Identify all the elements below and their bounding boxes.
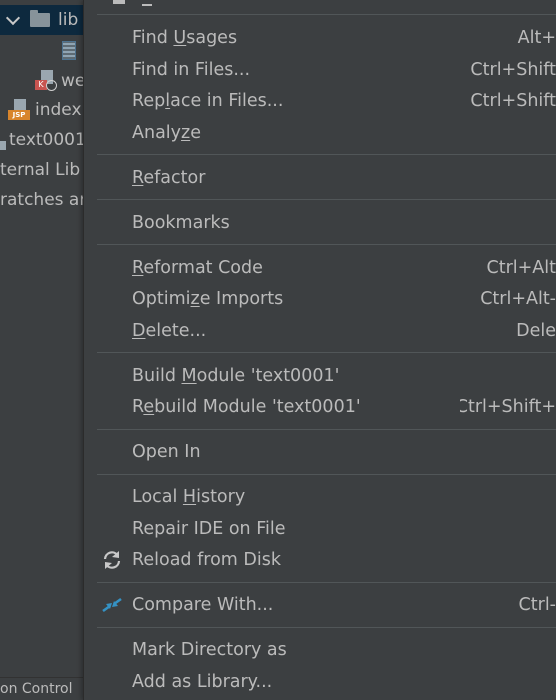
tree-item-label: lib bbox=[58, 10, 79, 30]
menu-item-replace-in-files[interactable]: Replace in Files... Ctrl+Shift bbox=[84, 86, 556, 116]
menu-separator bbox=[97, 582, 556, 583]
menu-item-add-as-library[interactable]: Add as Library... bbox=[84, 667, 556, 697]
tree-row-web[interactable]: K we bbox=[35, 66, 84, 96]
menu-item-shortcut: Ctrl+Shift bbox=[470, 60, 556, 80]
menu-item-label: Compare With... bbox=[132, 595, 274, 615]
menu-item-label: Bookmarks bbox=[132, 213, 230, 233]
menu-separator bbox=[97, 627, 556, 628]
menu-item-label: Reload from Disk bbox=[132, 550, 281, 570]
menu-item-compare-with[interactable]: Compare With... Ctrl- bbox=[84, 590, 556, 620]
menu-item-label: Delete... bbox=[132, 321, 207, 341]
menu-item-shortcut: Ctrl+Shift bbox=[470, 91, 556, 111]
menu-item-shortcut: Ctrl+Alt- bbox=[480, 289, 556, 309]
menu-item-refactor[interactable]: Refactor bbox=[84, 163, 556, 193]
menu-item-mark-directory-as[interactable]: Mark Directory as bbox=[84, 635, 556, 665]
menu-item-label: Find in Files... bbox=[132, 60, 251, 80]
menu-item-reformat-code[interactable]: Reformat Code Ctrl+Alt bbox=[84, 253, 556, 283]
web-xml-icon: K bbox=[35, 70, 57, 92]
menu-item-rebuild-module[interactable]: Rebuild Module 'text0001' Ctrl+Shift+ bbox=[84, 392, 556, 422]
menu-separator bbox=[97, 244, 556, 245]
menu-item-label: Build Module 'text0001' bbox=[132, 366, 340, 386]
menu-item-shortcut: Ctrl+Shift+ bbox=[460, 397, 556, 417]
jar-file-icon bbox=[62, 40, 76, 60]
menu-item-shortcut: Ctrl- bbox=[518, 595, 556, 615]
menu-item-open-in[interactable]: Open In bbox=[84, 437, 556, 467]
context-menu: Find Usages Alt+ Find in Files... Ctrl+S… bbox=[83, 0, 556, 700]
menu-item-reload-from-disk[interactable]: Reload from Disk bbox=[84, 545, 556, 575]
menu-item-label: Replace in Files... bbox=[132, 91, 284, 111]
menu-item-shortcut: Dele bbox=[516, 321, 556, 341]
menu-item-label: Add as Library... bbox=[132, 672, 273, 692]
menu-item-shortcut: Ctrl+Alt bbox=[486, 258, 556, 278]
reload-icon bbox=[101, 550, 123, 570]
menu-item-shortcut: Alt+ bbox=[517, 28, 556, 48]
menu-separator bbox=[97, 429, 556, 430]
tree-row-module[interactable]: text0001 bbox=[0, 125, 84, 155]
tree-item-label: ratches ar bbox=[0, 190, 84, 210]
menu-item-label: Open In bbox=[132, 442, 201, 462]
tree-item-label: text0001 bbox=[9, 130, 84, 150]
menu-item-label: Reformat Code bbox=[132, 258, 263, 278]
menu-item-label: Repair IDE on File bbox=[132, 519, 286, 539]
jsp-file-icon: JSP bbox=[8, 99, 30, 121]
menu-item-label: Refactor bbox=[132, 168, 206, 188]
tree-row-lib[interactable]: lib bbox=[0, 5, 84, 35]
menu-item-analyze[interactable]: Analyze bbox=[84, 118, 556, 148]
menu-item-bookmarks[interactable]: Bookmarks bbox=[84, 208, 556, 238]
menu-item-label: Mark Directory as bbox=[132, 640, 287, 660]
menu-item-label: Find Usages bbox=[132, 28, 238, 48]
menu-item-label: Local History bbox=[132, 487, 246, 507]
menu-item-repair-ide[interactable]: Repair IDE on File bbox=[84, 514, 556, 544]
menu-item-find-usages[interactable]: Find Usages Alt+ bbox=[84, 23, 556, 53]
tree-row-index[interactable]: JSP index bbox=[8, 95, 82, 125]
menu-item-delete[interactable]: Delete... Dele bbox=[84, 316, 556, 346]
module-file-icon bbox=[0, 140, 6, 150]
menu-separator bbox=[97, 154, 556, 155]
menu-separator bbox=[97, 474, 556, 475]
folder-icon bbox=[30, 10, 50, 27]
previous-menu-item-stub[interactable] bbox=[94, 0, 556, 14]
tree-item-label: ternal Lib bbox=[0, 160, 81, 180]
tree-row-jar[interactable] bbox=[62, 35, 76, 65]
menu-item-label: Rebuild Module 'text0001' bbox=[132, 397, 361, 417]
menu-separator bbox=[97, 352, 556, 353]
menu-item-label: Optimize Imports bbox=[132, 289, 284, 309]
version-control-label: on Control bbox=[0, 681, 73, 697]
menu-item-local-history[interactable]: Local History bbox=[84, 482, 556, 512]
menu-item-optimize-imports[interactable]: Optimize Imports Ctrl+Alt- bbox=[84, 284, 556, 314]
version-control-tab[interactable]: on Control bbox=[0, 677, 84, 700]
tree-row-scratches[interactable]: ratches ar bbox=[0, 185, 84, 215]
compare-icon bbox=[101, 595, 123, 615]
menu-item-label: Analyze bbox=[132, 123, 201, 143]
menu-separator bbox=[97, 199, 556, 200]
project-tree-panel: lib K we JSP index text0001 ternal Lib r… bbox=[0, 0, 84, 700]
menu-separator bbox=[97, 14, 556, 15]
menu-item-icon bbox=[113, 0, 125, 4]
tree-item-label: index bbox=[35, 100, 82, 120]
menu-item-find-in-files[interactable]: Find in Files... Ctrl+Shift bbox=[84, 55, 556, 85]
chevron-down-icon[interactable] bbox=[5, 10, 21, 26]
tree-row-external-libraries[interactable]: ternal Lib bbox=[0, 155, 80, 185]
tree-item-label: we bbox=[61, 71, 84, 91]
menu-item-build-module[interactable]: Build Module 'text0001' bbox=[84, 361, 556, 391]
